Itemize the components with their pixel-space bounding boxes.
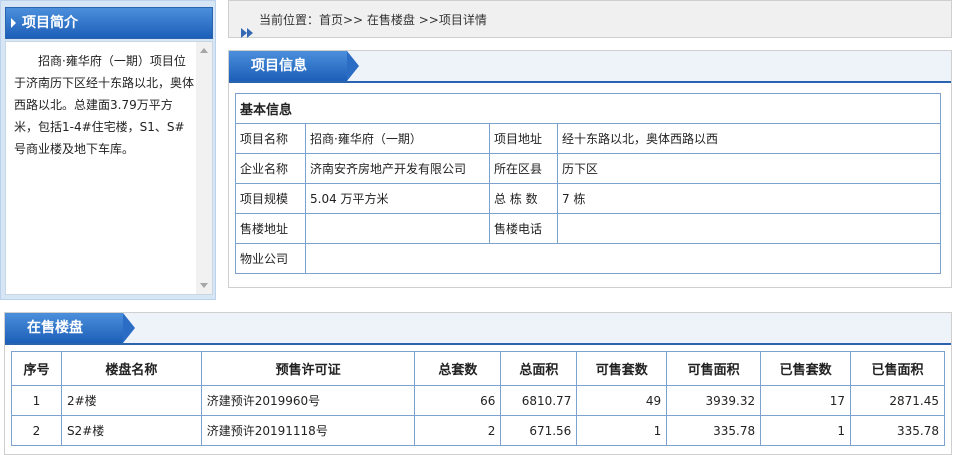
cell-sold-units: 1 — [760, 415, 852, 446]
for-sale-panel: 在售楼盘 序号 楼盘名称 预售许可证 总套数 总面积 可售套数 可售面积 已售套… — [4, 312, 952, 455]
info-value — [305, 243, 941, 274]
cell-total-units: 66 — [414, 385, 502, 416]
info-value: 招商·雍华府（一期） — [305, 123, 490, 154]
info-value: 7 栋 — [557, 183, 941, 214]
column-header: 序号 — [11, 351, 62, 386]
cell-permit: 济建预许20191118号 — [200, 415, 416, 446]
cell-available-area: 335.78 — [666, 415, 762, 446]
info-value — [557, 213, 941, 244]
table-header-row: 序号 楼盘名称 预售许可证 总套数 总面积 可售套数 可售面积 已售套数 已售面… — [11, 351, 945, 386]
basic-info-title: 基本信息 — [235, 93, 941, 124]
cell-sold-area: 335.78 — [850, 415, 945, 446]
table-row: 项目规模 5.04 万平方米 总 栋 数 7 栋 — [235, 183, 941, 214]
scroll-up-icon[interactable] — [200, 48, 208, 53]
table-row[interactable]: 2 S2#楼 济建预许20191118号 2 671.56 1 335.78 1… — [11, 415, 945, 446]
column-header: 预售许可证 — [200, 351, 416, 386]
info-label: 售楼地址 — [235, 213, 306, 244]
double-arrow-icon — [241, 15, 253, 53]
project-info-panel: 项目信息 基本信息 项目名称 招商·雍华府（一期） 项目地址 经十东路以北，奥体… — [228, 50, 952, 288]
cell-sold-units: 17 — [760, 385, 852, 416]
project-intro-title: 项目简介 — [22, 15, 78, 31]
vertical-scrollbar[interactable] — [196, 42, 212, 294]
cell-building-name[interactable]: 2#楼 — [60, 385, 202, 416]
cell-index: 2 — [11, 415, 62, 446]
for-sale-title: 在售楼盘 — [27, 320, 83, 336]
cell-available-area: 3939.32 — [666, 385, 762, 416]
for-sale-header: 在售楼盘 — [5, 313, 951, 345]
scroll-down-icon[interactable] — [200, 283, 208, 288]
project-intro-text: 招商·雍华府（一期）项目位于济南历下区经十东路以北，奥体西路以北。总建面3.79… — [14, 54, 195, 156]
project-intro-header: 项目简介 — [5, 7, 213, 39]
column-header: 总面积 — [500, 351, 578, 386]
breadcrumb-text[interactable]: 当前位置：首页>> 在售楼盘 >>项目详情 — [259, 13, 487, 27]
for-sale-table: 序号 楼盘名称 预售许可证 总套数 总面积 可售套数 可售面积 已售套数 已售面… — [11, 351, 945, 446]
project-intro-panel: 项目简介 招商·雍华府（一期）项目位于济南历下区经十东路以北，奥体西路以北。总建… — [0, 0, 216, 300]
info-value: 5.04 万平方米 — [305, 183, 490, 214]
for-sale-tab: 在售楼盘 — [5, 313, 135, 343]
column-header: 可售套数 — [576, 351, 668, 386]
info-value — [305, 213, 490, 244]
info-label: 企业名称 — [235, 153, 306, 184]
project-info-header: 项目信息 — [229, 51, 951, 83]
cell-available-units: 1 — [576, 415, 668, 446]
info-value: 历下区 — [557, 153, 941, 184]
project-intro-body[interactable]: 招商·雍华府（一期）项目位于济南历下区经十东路以北，奥体西路以北。总建面3.79… — [5, 41, 213, 295]
info-label: 项目名称 — [235, 123, 306, 154]
caret-right-icon — [11, 18, 16, 28]
cell-available-units: 49 — [576, 385, 668, 416]
column-header: 已售面积 — [850, 351, 945, 386]
info-label: 总 栋 数 — [489, 183, 558, 214]
info-value: 经十东路以北，奥体西路以西 — [557, 123, 941, 154]
basic-info-table: 基本信息 项目名称 招商·雍华府（一期） 项目地址 经十东路以北，奥体西路以西 … — [235, 93, 941, 274]
info-label: 项目地址 — [489, 123, 558, 154]
project-info-title: 项目信息 — [251, 58, 307, 74]
info-label: 售楼电话 — [489, 213, 558, 244]
column-header: 楼盘名称 — [60, 351, 202, 386]
table-row: 物业公司 — [235, 243, 941, 274]
column-header: 总套数 — [414, 351, 502, 386]
info-label: 项目规模 — [235, 183, 306, 214]
info-label: 所在区县 — [489, 153, 558, 184]
cell-permit: 济建预许2019960号 — [200, 385, 416, 416]
cell-index: 1 — [11, 385, 62, 416]
info-value: 济南安齐房地产开发有限公司 — [305, 153, 490, 184]
cell-building-name[interactable]: S2#楼 — [60, 415, 202, 446]
info-label: 物业公司 — [235, 243, 306, 274]
column-header: 已售套数 — [760, 351, 852, 386]
cell-total-area: 6810.77 — [500, 385, 578, 416]
cell-total-units: 2 — [414, 415, 502, 446]
breadcrumb: 当前位置：首页>> 在售楼盘 >>项目详情 — [228, 0, 952, 38]
column-header: 可售面积 — [666, 351, 762, 386]
project-info-tab: 项目信息 — [229, 51, 359, 81]
table-row: 项目名称 招商·雍华府（一期） 项目地址 经十东路以北，奥体西路以西 — [235, 123, 941, 154]
table-row[interactable]: 1 2#楼 济建预许2019960号 66 6810.77 49 3939.32… — [11, 385, 945, 416]
table-row: 企业名称 济南安齐房地产开发有限公司 所在区县 历下区 — [235, 153, 941, 184]
cell-sold-area: 2871.45 — [850, 385, 945, 416]
table-row: 售楼地址 售楼电话 — [235, 213, 941, 244]
cell-total-area: 671.56 — [500, 415, 578, 446]
